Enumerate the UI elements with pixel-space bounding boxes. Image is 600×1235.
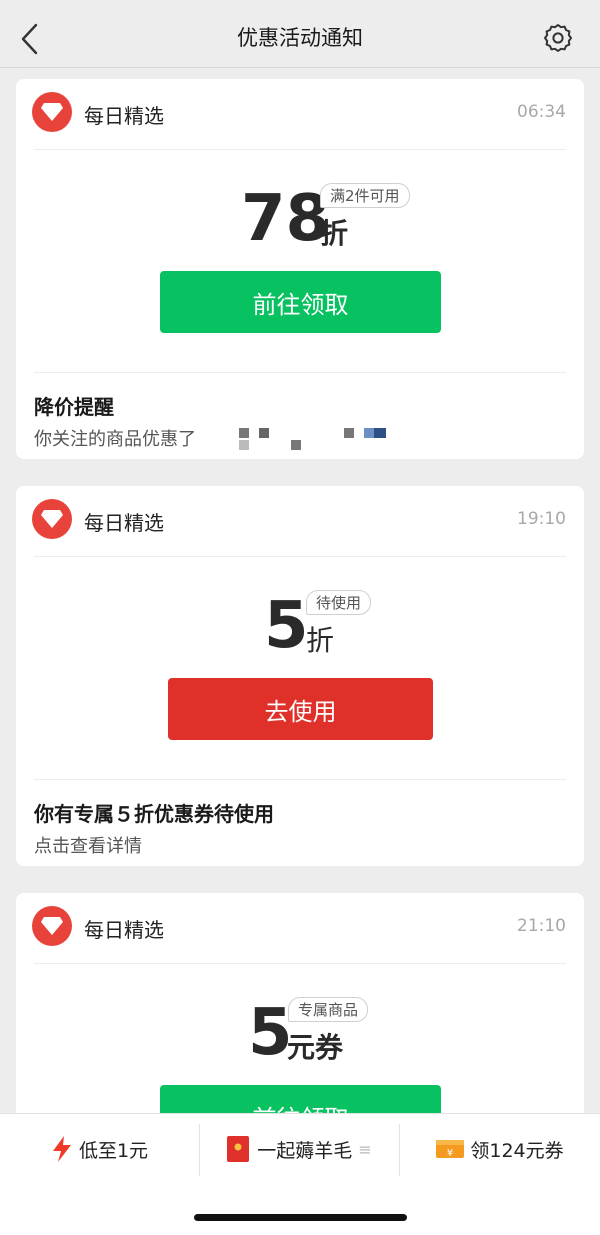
footer-title: 降价提醒 (34, 395, 114, 419)
offer-section: 78 折 满2件可用 前往领取 (34, 150, 566, 373)
notification-card[interactable]: 每日精选 19:10 5 折 待使用 去使用 你有专属５折优惠券待使用 点击查看… (16, 486, 584, 866)
menu-item-low-price[interactable]: 低至1元 (0, 1114, 199, 1184)
menu-item-label: 一起薅羊毛 (257, 1139, 353, 1162)
source-name: 每日精选 (84, 104, 164, 128)
source-name: 每日精选 (84, 918, 164, 942)
notification-card[interactable]: 每日精选 21:10 5 元券 专属商品 前往领取 (16, 893, 584, 1113)
page-title: 优惠活动通知 (237, 26, 363, 50)
menu-item-coupon[interactable]: ¥ 领124元券 (400, 1114, 600, 1184)
redacted-pixel (259, 428, 269, 438)
red-packet-icon (227, 1136, 250, 1162)
timestamp: 06:34 (517, 102, 566, 122)
card-header: 每日精选 19:10 (32, 486, 566, 557)
diamond-logo-icon (32, 906, 72, 946)
status-tag: 待使用 (306, 590, 372, 615)
discount-unit: 折 (320, 217, 349, 250)
lightning-icon (51, 1135, 73, 1163)
nav-header: 优惠活动通知 (0, 0, 600, 68)
submenu-icon: ≡ (358, 1139, 372, 1159)
card-header: 每日精选 06:34 (32, 79, 566, 150)
source-name: 每日精选 (84, 511, 164, 535)
notification-card[interactable]: 每日精选 06:34 78 折 满2件可用 前往领取 降价提醒 你关注的商品优惠… (16, 79, 584, 459)
product-tag: 专属商品 (288, 997, 369, 1022)
diamond-logo-icon (32, 499, 72, 539)
card-header: 每日精选 21:10 (32, 893, 566, 964)
home-indicator[interactable] (194, 1214, 407, 1221)
claim-button[interactable]: 前往领取 (160, 1085, 441, 1113)
discount-unit: 折 (306, 624, 335, 657)
message-list[interactable]: 每日精选 06:34 78 折 满2件可用 前往领取 降价提醒 你关注的商品优惠… (0, 68, 600, 1113)
use-button[interactable]: 去使用 (168, 678, 433, 740)
claim-button[interactable]: 前往领取 (160, 271, 441, 333)
discount-value: 78 (241, 182, 331, 256)
footer-title: 你有专属５折优惠券待使用 (34, 802, 274, 826)
svg-text:¥: ¥ (447, 1148, 453, 1159)
menu-item-group-deals[interactable]: 一起薅羊毛 ≡ (200, 1114, 399, 1184)
menu-item-label: 低至1元 (78, 1139, 149, 1162)
redacted-pixel (364, 428, 374, 438)
footer-text: 你关注的商品优惠了 (34, 429, 196, 450)
redacted-pixel (374, 428, 386, 438)
condition-tag: 满2件可用 (320, 183, 410, 208)
redacted-pixel (344, 428, 354, 438)
coupon-unit: 元券 (287, 1031, 344, 1064)
timestamp: 21:10 (517, 916, 566, 936)
footer-text: 点击查看详情 (34, 836, 142, 857)
redacted-pixel (291, 440, 301, 450)
coupon-icon: ¥ (436, 1138, 465, 1160)
redacted-pixel (239, 428, 249, 438)
card-footer[interactable]: 降价提醒 你关注的商品优惠了 (34, 373, 566, 459)
gear-icon[interactable] (542, 22, 574, 54)
card-footer[interactable]: 你有专属５折优惠券待使用 点击查看详情 (34, 780, 566, 866)
discount-value: 5 (264, 589, 309, 663)
offer-section: 5 元券 专属商品 前往领取 (34, 964, 566, 1113)
redacted-pixel (239, 440, 249, 450)
menu-item-label: 领124元券 (470, 1139, 564, 1162)
offer-section: 5 折 待使用 去使用 (34, 557, 566, 780)
diamond-logo-icon (32, 92, 72, 132)
coupon-value: 5 (248, 996, 293, 1070)
timestamp: 19:10 (517, 509, 566, 529)
